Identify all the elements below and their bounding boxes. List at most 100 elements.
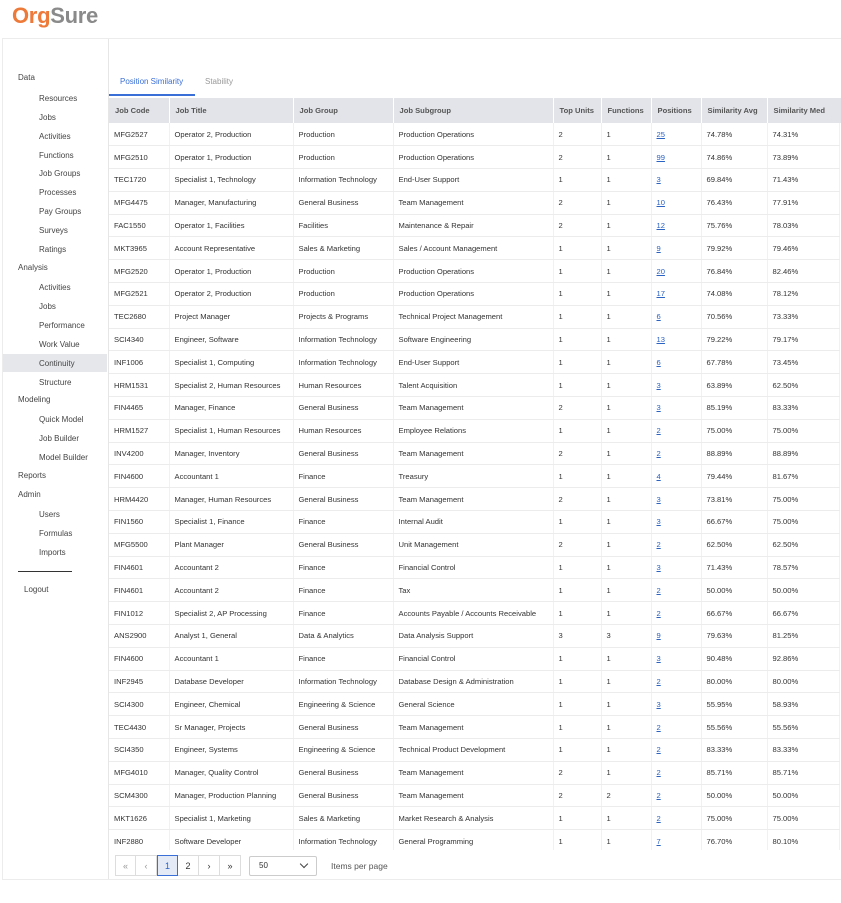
- sidebar-section-data[interactable]: Data: [18, 73, 35, 82]
- orgsure-logo[interactable]: OrgSure: [12, 3, 98, 29]
- table-row[interactable]: MFG4010 Manager, Quality Control General B…: [109, 761, 840, 785]
- column-header-positions[interactable]: Positions: [651, 98, 702, 123]
- tab-stability[interactable]: Stability: [205, 77, 233, 86]
- positions-count-link[interactable]: 10: [651, 191, 702, 215]
- table-row[interactable]: TEC2680 Project Manager Projects & Program…: [109, 305, 840, 329]
- positions-count-link[interactable]: 13: [651, 328, 702, 352]
- column-header-job-subgroup[interactable]: Job Subgroup: [393, 98, 554, 123]
- table-row[interactable]: MFG2520 Operator 1, Production Production P…: [109, 259, 840, 284]
- positions-count-link[interactable]: 2: [651, 578, 702, 603]
- sidebar-item-data-functions[interactable]: Functions: [39, 151, 74, 160]
- prev-page-button[interactable]: ‹: [136, 855, 157, 876]
- sidebar-item-data-resources[interactable]: Resources: [39, 94, 77, 103]
- sidebar-section-analysis[interactable]: Analysis: [18, 263, 48, 272]
- positions-count-link[interactable]: 3: [651, 556, 702, 580]
- table-row[interactable]: MFG2510 Operator 1, Production Production P…: [109, 145, 840, 170]
- table-row[interactable]: HRM1527 Specialist 1, Human Resources Huma…: [109, 419, 840, 443]
- sidebar-section-admin[interactable]: Admin: [18, 490, 41, 499]
- sidebar-item-admin-users[interactable]: Users: [39, 510, 60, 519]
- page-2-button[interactable]: 2: [178, 855, 199, 876]
- positions-count-link[interactable]: 2: [651, 442, 702, 466]
- table-row[interactable]: TEC1720 Specialist 1, Technology Informati…: [109, 168, 840, 192]
- column-header-top-units[interactable]: Top Units: [553, 98, 602, 123]
- last-page-button[interactable]: »: [220, 855, 241, 876]
- sidebar-item-data-job-groups[interactable]: Job Groups: [39, 169, 80, 178]
- positions-count-link[interactable]: 2: [651, 670, 702, 694]
- table-row[interactable]: MKT3965 Account Representative Sales & Mar…: [109, 236, 840, 261]
- table-row[interactable]: HRM4420 Manager, Human Resources General B…: [109, 487, 840, 512]
- sidebar-item-modeling-model-builder[interactable]: Model Builder: [39, 453, 88, 462]
- table-row[interactable]: HRM1531 Specialist 2, Human Resources Huma…: [109, 373, 840, 398]
- column-header-functions[interactable]: Functions: [601, 98, 652, 123]
- page-1-button[interactable]: 1: [157, 855, 178, 876]
- table-row[interactable]: SCM4300 Manager, Production Planning Gener…: [109, 784, 840, 808]
- positions-count-link[interactable]: 9: [651, 624, 702, 648]
- sidebar-item-analysis-jobs[interactable]: Jobs: [39, 302, 56, 311]
- sidebar-item-admin-formulas[interactable]: Formulas: [39, 529, 72, 538]
- positions-count-link[interactable]: 2: [651, 715, 702, 740]
- positions-count-link[interactable]: 20: [651, 259, 702, 284]
- next-page-button[interactable]: ›: [199, 855, 220, 876]
- sidebar-item-data-surveys[interactable]: Surveys: [39, 226, 68, 235]
- positions-count-link[interactable]: 6: [651, 305, 702, 329]
- table-row[interactable]: INF1006 Specialist 1, Computing Informatio…: [109, 350, 840, 375]
- sidebar-section-reports[interactable]: Reports: [18, 471, 46, 480]
- sidebar-item-analysis-work-value[interactable]: Work Value: [39, 340, 80, 349]
- table-row[interactable]: FIN1560 Specialist 1, Finance Finance Inter…: [109, 510, 840, 534]
- table-row[interactable]: ANS2900 Analyst 1, General Data & Analytic…: [109, 624, 840, 648]
- table-row[interactable]: INF2880 Software Developer Information Tec…: [109, 829, 840, 850]
- column-header-job-title[interactable]: Job Title: [169, 98, 294, 123]
- positions-count-link[interactable]: 12: [651, 214, 702, 238]
- sidebar-item-data-activities[interactable]: Activities: [39, 132, 71, 141]
- table-row[interactable]: FIN4600 Accountant 1 Finance Treasury 1 1 4 79.…: [109, 464, 840, 489]
- table-row[interactable]: MFG2527 Operator 2, Production Production P…: [109, 123, 840, 147]
- sidebar-item-data-jobs[interactable]: Jobs: [39, 113, 56, 122]
- positions-count-link[interactable]: 2: [651, 761, 702, 785]
- sidebar-item-data-ratings[interactable]: Ratings: [39, 245, 66, 254]
- table-row[interactable]: FIN4600 Accountant 1 Finance Financial Cont…: [109, 647, 840, 671]
- column-header-similarity-avg[interactable]: Similarity Avg: [701, 98, 768, 123]
- sidebar-item-data-pay-groups[interactable]: Pay Groups: [39, 207, 81, 216]
- positions-count-link[interactable]: 7: [651, 829, 702, 850]
- positions-count-link[interactable]: 4: [651, 464, 702, 489]
- table-row[interactable]: MKT1626 Specialist 1, Marketing Sales & Ma…: [109, 806, 840, 831]
- positions-count-link[interactable]: 3: [651, 373, 702, 398]
- table-row[interactable]: SCI4350 Engineer, Systems Engineering & Sc…: [109, 738, 840, 762]
- column-header-similarity-med[interactable]: Similarity Med: [767, 98, 840, 123]
- table-row[interactable]: FIN4465 Manager, Finance General Business T…: [109, 396, 840, 420]
- positions-count-link[interactable]: 3: [651, 487, 702, 512]
- positions-count-link[interactable]: 3: [651, 692, 702, 717]
- first-page-button[interactable]: «: [115, 855, 136, 876]
- sidebar-section-modeling[interactable]: Modeling: [18, 395, 50, 404]
- table-row[interactable]: MFG4475 Manager, Manufacturing General Bus…: [109, 191, 840, 215]
- sidebar-item-modeling-job-builder[interactable]: Job Builder: [39, 434, 79, 443]
- table-row[interactable]: FAC1550 Operator 1, Facilities Facilities M…: [109, 214, 840, 238]
- table-row[interactable]: INV4200 Manager, Inventory General Busines…: [109, 442, 840, 466]
- positions-count-link[interactable]: 3: [651, 168, 702, 192]
- sidebar-item-analysis-performance[interactable]: Performance: [39, 321, 85, 330]
- positions-count-link[interactable]: 2: [651, 601, 702, 626]
- column-header-job-group[interactable]: Job Group: [293, 98, 394, 123]
- positions-count-link[interactable]: 25: [651, 123, 702, 147]
- tab-position-similarity[interactable]: Position Similarity: [120, 77, 183, 86]
- positions-count-link[interactable]: 3: [651, 510, 702, 534]
- sidebar-item-data-processes[interactable]: Processes: [39, 188, 76, 197]
- table-row[interactable]: MFG5500 Plant Manager General Business Unit…: [109, 533, 840, 557]
- positions-count-link[interactable]: 17: [651, 282, 702, 306]
- positions-count-link[interactable]: 2: [651, 806, 702, 831]
- column-header-job-code[interactable]: Job Code: [109, 98, 170, 123]
- positions-count-link[interactable]: 2: [651, 784, 702, 808]
- sidebar-item-modeling-quick-model[interactable]: Quick Model: [39, 415, 83, 424]
- items-per-page-select[interactable]: 50: [249, 855, 317, 876]
- table-row[interactable]: SCI4340 Engineer, Software Information Tec…: [109, 328, 840, 352]
- positions-count-link[interactable]: 2: [651, 738, 702, 762]
- table-row[interactable]: MFG2521 Operator 2, Production Production P…: [109, 282, 840, 306]
- sidebar-item-admin-imports[interactable]: Imports: [39, 548, 66, 557]
- sidebar-item-analysis-structure[interactable]: Structure: [39, 378, 71, 387]
- table-row[interactable]: INF2945 Database Developer Information Tec…: [109, 670, 840, 694]
- positions-count-link[interactable]: 6: [651, 350, 702, 375]
- positions-count-link[interactable]: 99: [651, 145, 702, 170]
- positions-count-link[interactable]: 3: [651, 396, 702, 420]
- table-row[interactable]: FIN4601 Accountant 2 Finance Tax 1 1 2 50.00% 50…: [109, 578, 840, 603]
- positions-count-link[interactable]: 3: [651, 647, 702, 671]
